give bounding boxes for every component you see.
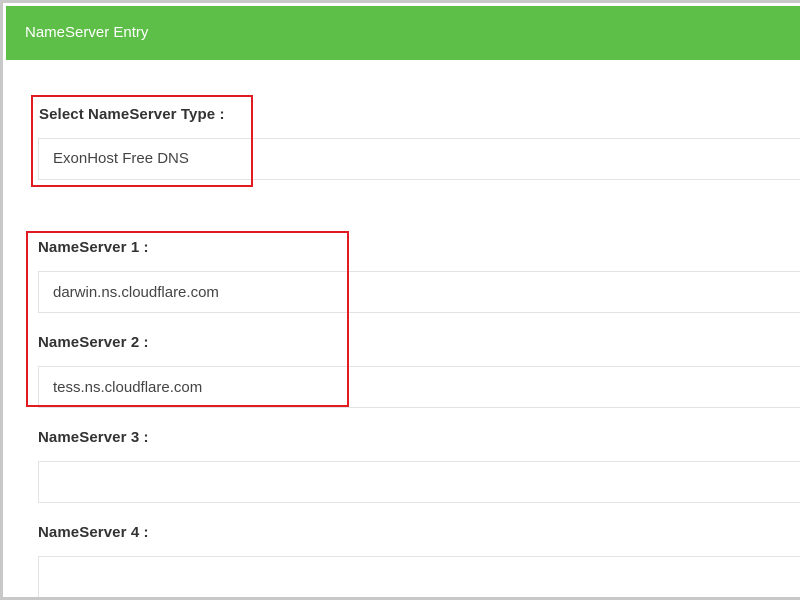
nameserver-3-input[interactable] bbox=[38, 461, 800, 503]
nameserver-type-select[interactable]: ExonHost Free DNS bbox=[38, 138, 800, 180]
panel-header: NameServer Entry bbox=[6, 6, 800, 60]
nameserver-2-input[interactable] bbox=[38, 366, 800, 408]
nameserver-4-label: NameServer 4 : bbox=[38, 524, 149, 541]
nameserver-1-label: NameServer 1 : bbox=[38, 239, 149, 256]
nameserver-3-label: NameServer 3 : bbox=[38, 429, 149, 446]
nameserver-4-input[interactable] bbox=[38, 556, 800, 597]
nameserver-panel: NameServer Entry Select NameServer Type … bbox=[0, 0, 800, 600]
nameserver-2-label: NameServer 2 : bbox=[38, 334, 149, 351]
nameserver-1-input[interactable] bbox=[38, 271, 800, 313]
nameserver-type-label: Select NameServer Type : bbox=[39, 106, 225, 123]
